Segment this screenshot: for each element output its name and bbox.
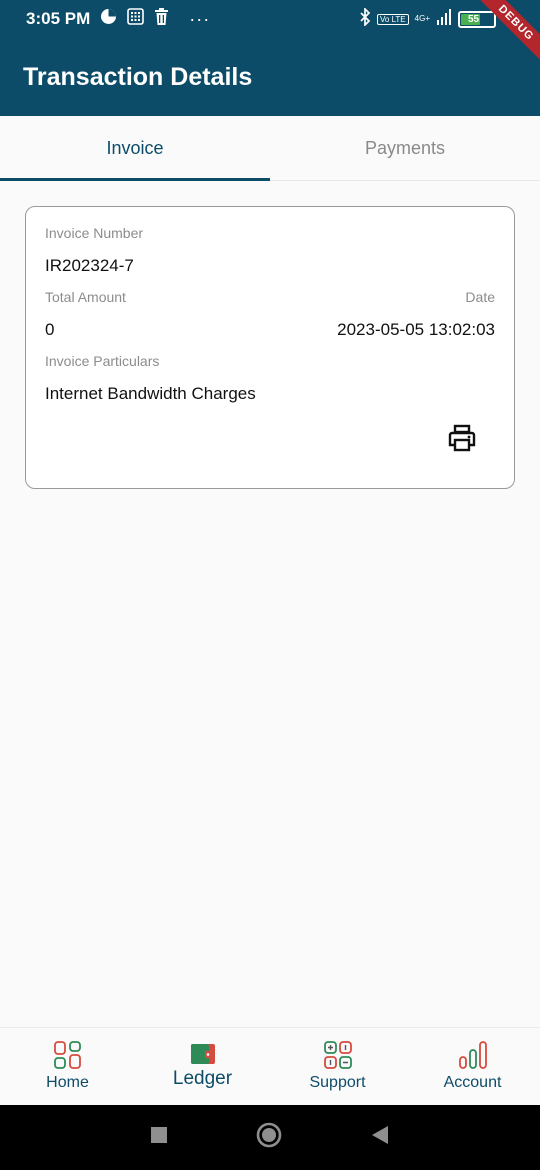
nav-ledger[interactable]: Ledger bbox=[135, 1028, 270, 1105]
invoice-number-label: Invoice Number bbox=[45, 225, 144, 241]
status-time: 3:05 PM bbox=[26, 9, 91, 28]
page-title: Transaction Details bbox=[23, 62, 253, 91]
home-button[interactable] bbox=[256, 1122, 282, 1153]
invoice-particulars-label: Invoice Particulars bbox=[45, 353, 160, 369]
calculator-icon bbox=[127, 8, 145, 30]
bar-chart-icon bbox=[458, 1041, 487, 1069]
tab-payments[interactable]: Payments bbox=[270, 116, 540, 180]
recents-button[interactable] bbox=[150, 1126, 168, 1149]
square-icon bbox=[151, 1127, 167, 1143]
nav-ledger-label: Ledger bbox=[172, 1068, 233, 1089]
signal-icon bbox=[436, 8, 452, 30]
status-bar: 3:05 PM ··· Vo LTE 4G+ 55 bbox=[0, 0, 540, 38]
data-saver-icon bbox=[100, 8, 117, 30]
invoice-number-value: IR202324-7 bbox=[45, 256, 134, 275]
printer-icon bbox=[448, 424, 476, 452]
tab-invoice[interactable]: Invoice bbox=[0, 116, 270, 181]
bluetooth-icon bbox=[359, 6, 371, 31]
app-bar: Transaction Details bbox=[0, 38, 540, 116]
nav-home[interactable]: Home bbox=[0, 1028, 135, 1105]
nav-account[interactable]: Account bbox=[405, 1028, 540, 1105]
circle-icon bbox=[256, 1122, 282, 1148]
nav-account-label: Account bbox=[443, 1074, 502, 1091]
invoice-particulars-value: Internet Bandwidth Charges bbox=[45, 384, 256, 403]
print-button[interactable] bbox=[447, 423, 477, 453]
back-triangle-icon bbox=[372, 1126, 388, 1144]
nav-home-label: Home bbox=[46, 1074, 89, 1091]
date-value: 2023-05-05 13:02:03 bbox=[337, 320, 495, 339]
nav-support-label: Support bbox=[309, 1074, 366, 1091]
support-grid-icon bbox=[323, 1041, 352, 1069]
network-type-label: 4G+ bbox=[414, 14, 430, 23]
date-label: Date bbox=[465, 289, 495, 305]
battery-icon: 55 bbox=[458, 10, 496, 28]
wallet-icon bbox=[190, 1044, 215, 1064]
nav-support[interactable]: Support bbox=[270, 1028, 405, 1105]
tab-bar: Invoice Payments bbox=[0, 116, 540, 181]
volte-icon: Vo LTE bbox=[377, 13, 409, 25]
trash-icon bbox=[154, 8, 169, 30]
more-notifications-icon: ··· bbox=[189, 8, 211, 29]
invoice-card: Invoice Number IR202324-7 Total Amount D… bbox=[25, 206, 515, 489]
system-nav-bar bbox=[0, 1105, 540, 1170]
total-amount-label: Total Amount bbox=[45, 289, 126, 305]
home-grid-icon bbox=[53, 1041, 81, 1069]
bottom-nav: Home Ledger Support Account bbox=[0, 1027, 540, 1105]
battery-level: 55 bbox=[468, 13, 480, 25]
back-button[interactable] bbox=[370, 1125, 390, 1150]
total-amount-value: 0 bbox=[45, 320, 55, 339]
